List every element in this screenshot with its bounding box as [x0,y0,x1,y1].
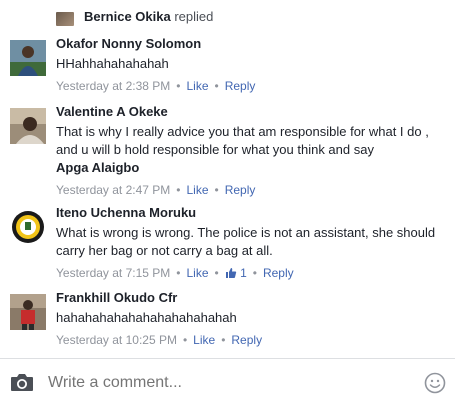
separator: • [182,333,188,347]
comment-text: HHahhahahahahah [56,56,169,71]
comment-meta: Yesterday at 7:15 PM • Like • 1 • Reply [56,265,447,281]
comment-text-content: That is why I really advice you that am … [56,124,429,157]
reply-link[interactable]: Reply [263,266,294,280]
avatar[interactable] [56,12,74,26]
previous-reply-strip: Bernice Okika replied [0,0,455,28]
like-count[interactable]: 1 [225,266,247,280]
avatar[interactable] [10,209,46,245]
avatar[interactable] [10,108,46,144]
comment-time[interactable]: Yesterday at 2:38 PM [56,79,170,93]
comment-author[interactable]: Valentine A Okeke [56,104,447,120]
like-link[interactable]: Like [187,183,209,197]
comment-body: Frankhill Okudo Cfr hahahahahahahahahaha… [56,290,447,348]
comment-body: Iteno Uchenna Moruku What is wrong is wr… [56,205,447,281]
camera-icon[interactable] [10,372,34,392]
comment-text: What is wrong is wrong. The police is no… [56,225,436,258]
separator: • [176,266,181,280]
like-link[interactable]: Like [187,266,209,280]
comment-body: Valentine A Okeke That is why I really a… [56,104,447,198]
comment-text: hahahahahahahahahahahahah [56,310,237,325]
comment-input[interactable] [48,374,408,392]
comment-composer [0,358,455,412]
smiley-icon[interactable] [424,372,446,394]
comment-text: That is why I really advice you that am … [56,123,447,177]
like-count-value: 1 [240,266,247,280]
separator: • [176,183,181,197]
replied-indicator[interactable]: Bernice Okika replied [84,9,213,24]
separator: • [214,183,219,197]
separator: • [221,333,226,347]
reply-link[interactable]: Reply [231,333,262,347]
separator: • [176,79,181,93]
comment-author[interactable]: Frankhill Okudo Cfr [56,290,447,306]
separator: • [214,266,219,280]
comment-meta: Yesterday at 2:47 PM • Like • Reply [56,182,447,198]
reply-link[interactable]: Reply [225,183,256,197]
thumbs-up-icon [225,268,236,278]
comment-author[interactable]: Okafor Nonny Solomon [56,36,447,52]
comment-time[interactable]: Yesterday at 10:25 PM [56,333,177,347]
like-link[interactable]: Like [193,333,215,347]
comment-body: Okafor Nonny Solomon HHahhahahahahah Yes… [56,36,447,94]
reply-link[interactable]: Reply [225,79,256,93]
separator: • [214,79,219,93]
comment-time[interactable]: Yesterday at 7:15 PM [56,266,170,280]
comment-meta: Yesterday at 10:25 PM • Like • Reply [56,332,447,348]
comment-author[interactable]: Iteno Uchenna Moruku [56,205,447,221]
replied-label: replied [174,9,214,24]
replier-name[interactable]: Bernice Okika [84,9,171,24]
avatar[interactable] [10,294,46,330]
comment-meta: Yesterday at 2:38 PM • Like • Reply [56,78,447,94]
comment-time[interactable]: Yesterday at 2:47 PM [56,183,170,197]
separator: • [252,266,257,280]
avatar[interactable] [10,40,46,76]
comment-mention[interactable]: Apga Alaigbo [56,160,139,175]
like-link[interactable]: Like [187,79,209,93]
